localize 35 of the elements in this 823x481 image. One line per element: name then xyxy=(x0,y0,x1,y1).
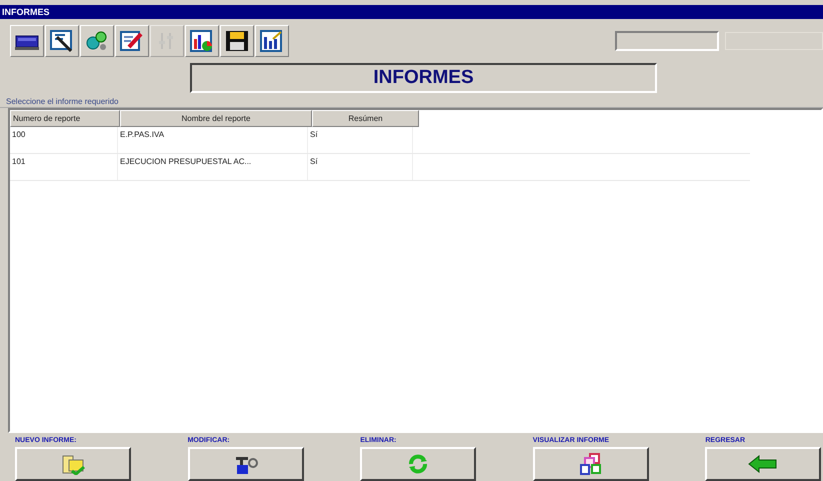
column-header[interactable]: Numero de reporte xyxy=(10,110,120,127)
folder-check-icon xyxy=(60,453,86,475)
window-hammer-icon xyxy=(49,29,75,53)
recycle-icon xyxy=(407,453,430,475)
window-title: INFORMES xyxy=(2,7,50,17)
left-arrow-icon xyxy=(748,455,778,473)
table-cell: Sí xyxy=(310,157,318,166)
toolbar-button[interactable] xyxy=(45,25,79,57)
table-row[interactable]: 101 EJECUCION PRESUPUESTAL AC... Sí xyxy=(10,154,750,181)
floppy-icon xyxy=(224,29,250,53)
table-cell: Sí xyxy=(310,130,318,139)
toolbar-button[interactable] xyxy=(220,25,254,57)
table-row[interactable]: 100 E.P.PAS.IVA Sí xyxy=(10,127,750,154)
table-cell: 101 xyxy=(12,157,26,166)
windows-icon xyxy=(578,452,603,476)
bar-chart-icon xyxy=(259,29,285,53)
column-header[interactable]: Resúmen xyxy=(312,110,419,127)
toolbar-button[interactable] xyxy=(185,25,219,57)
group-label: Seleccione el informe requerido xyxy=(6,97,119,106)
toolbar-button[interactable] xyxy=(255,25,289,57)
form-pencil-icon xyxy=(119,29,145,53)
action-button[interactable] xyxy=(532,447,649,481)
table-cell: 100 xyxy=(12,130,26,139)
toolbar-button[interactable] xyxy=(80,25,114,57)
action-button[interactable] xyxy=(705,447,822,481)
column-header[interactable]: Nombre del reporte xyxy=(120,110,312,127)
header-title: INFORMES xyxy=(373,67,474,89)
action-button[interactable] xyxy=(360,447,476,481)
chart-icon xyxy=(189,29,215,53)
table-cell: EJECUCION PRESUPUESTAL AC... xyxy=(120,157,252,166)
table-cell: E.P.PAS.IVA xyxy=(120,130,164,139)
action-button[interactable] xyxy=(15,447,131,481)
action-button[interactable] xyxy=(188,447,304,481)
toolbar-button[interactable] xyxy=(10,25,44,57)
toolbar-button[interactable] xyxy=(115,25,149,57)
